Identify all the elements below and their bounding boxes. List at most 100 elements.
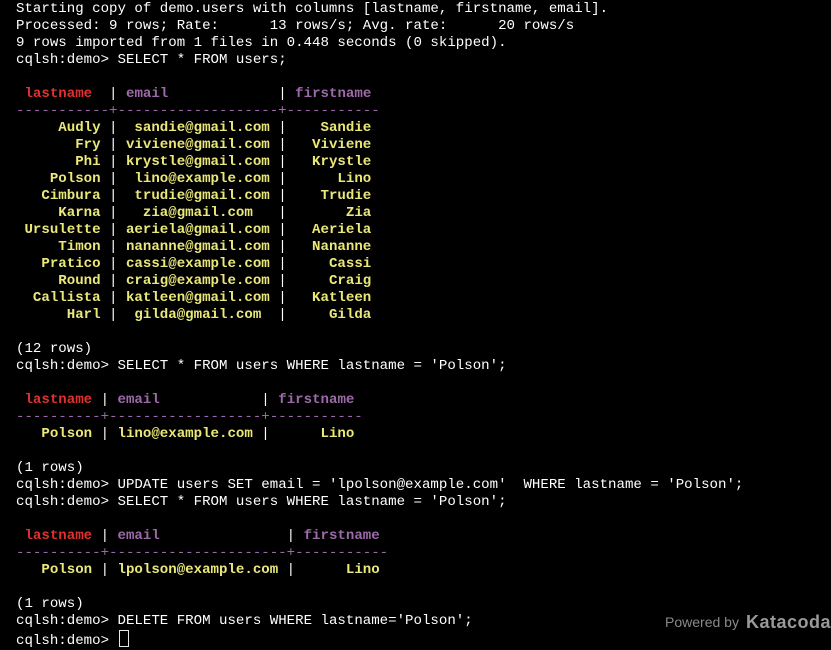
col-separator: | xyxy=(92,86,126,102)
table-row: Polson | lino@example.com | Lino xyxy=(16,171,828,188)
col-separator: | xyxy=(100,273,126,289)
header-lastname: lastname xyxy=(24,86,93,102)
prompt-line: cqlsh:demo> xyxy=(16,630,828,649)
header-email: email xyxy=(117,528,160,544)
command-text: SELECT * FROM users WHERE lastname = 'Po… xyxy=(117,358,507,374)
col-separator: | xyxy=(92,426,118,442)
cell-firstname: Nananne xyxy=(295,239,372,255)
prompt-text: cqlsh:demo> xyxy=(16,358,118,374)
table-rule: -----------+-------------------+--------… xyxy=(16,103,380,119)
cell-firstname: Lino xyxy=(295,171,372,187)
prompt-line: cqlsh:demo> UPDATE users SET email = 'lp… xyxy=(16,477,828,494)
cell-lastname: Timon xyxy=(24,239,101,255)
cell-firstname: Katleen xyxy=(295,290,372,306)
cell-lastname: Karna xyxy=(24,205,101,221)
cell-lastname: Round xyxy=(24,273,101,289)
copy-status-line: 9 rows imported from 1 files in 0.448 se… xyxy=(16,35,507,51)
command-text: SELECT * FROM users; xyxy=(117,52,287,68)
table-row: Callista | katleen@gmail.com | Katleen xyxy=(16,290,828,307)
col-separator: | xyxy=(269,239,296,255)
cell-email: nananne@gmail.com xyxy=(125,239,270,255)
cell-lastname: Audly xyxy=(24,120,101,136)
powered-by-badge[interactable]: Powered by Katacoda xyxy=(665,612,831,632)
col-separator: | xyxy=(100,188,126,204)
cell-firstname: Aeriela xyxy=(295,222,372,238)
cell-email: aeriela@gmail.com xyxy=(125,222,270,238)
table-row: Pratico | cassi@example.com | Cassi xyxy=(16,256,828,273)
table-row: Round | craig@example.com | Craig xyxy=(16,273,828,290)
col-separator: | xyxy=(269,171,296,187)
col-separator: | xyxy=(269,120,296,136)
col-separator: | xyxy=(168,86,296,102)
cell-email: cassi@example.com xyxy=(125,256,270,272)
table-row: Timon | nananne@gmail.com | Nananne xyxy=(16,239,828,256)
table-row: Karna | zia@gmail.com | Zia xyxy=(16,205,828,222)
cell-email: viviene@gmail.com xyxy=(125,137,270,153)
cell-email: katleen@gmail.com xyxy=(125,290,270,306)
header-lastname: lastname xyxy=(24,528,93,544)
cell-lastname: Polson xyxy=(24,562,93,578)
cell-email: zia@gmail.com xyxy=(125,205,270,221)
col-separator: | xyxy=(92,562,118,578)
cell-firstname: Zia xyxy=(295,205,372,221)
cell-firstname: Craig xyxy=(295,273,372,289)
table-header: lastname | email | firstname xyxy=(16,528,828,545)
col-separator: | xyxy=(100,205,126,221)
table-header: lastname | email | firstname xyxy=(16,86,828,103)
col-separator: | xyxy=(100,222,126,238)
cell-lastname: Ursulette xyxy=(24,222,101,238)
row-count: (1 rows) xyxy=(16,596,84,612)
cell-lastname: Fry xyxy=(24,137,101,153)
terminal-output[interactable]: Starting copy of demo.users with columns… xyxy=(16,1,828,649)
cell-email: trudie@gmail.com xyxy=(125,188,270,204)
katacoda-logo: Katacoda xyxy=(745,611,831,632)
cursor[interactable] xyxy=(118,630,129,647)
header-firstname: firstname xyxy=(303,528,380,544)
table-rule: ----------+---------------------+-------… xyxy=(16,545,389,561)
command-text: UPDATE users SET email = 'lpolson@exampl… xyxy=(117,477,744,493)
col-separator: | xyxy=(159,392,279,408)
row-count: (12 rows) xyxy=(16,341,93,357)
col-separator: | xyxy=(100,290,126,306)
col-separator: | xyxy=(269,154,296,170)
cell-lastname: Pratico xyxy=(24,256,101,272)
prompt-text: cqlsh:demo> xyxy=(16,613,118,629)
col-separator: | xyxy=(159,528,304,544)
prompt-line: cqlsh:demo> SELECT * FROM users WHERE la… xyxy=(16,358,828,375)
copy-status-line: Starting copy of demo.users with columns… xyxy=(16,1,609,17)
cell-lastname: Polson xyxy=(24,171,101,187)
cell-firstname: Gilda xyxy=(295,307,372,323)
col-separator: | xyxy=(100,239,126,255)
table-rule: ----------+------------------+----------… xyxy=(16,409,363,425)
col-separator: | xyxy=(92,392,118,408)
copy-status-line: Processed: 9 rows; Rate: 13 rows/s; Avg.… xyxy=(16,18,575,34)
prompt-line: cqlsh:demo> SELECT * FROM users WHERE la… xyxy=(16,494,828,511)
col-separator: | xyxy=(100,120,126,136)
table-header: lastname | email | firstname xyxy=(16,392,828,409)
prompt-line: cqlsh:demo> SELECT * FROM users; xyxy=(16,52,828,69)
table-row: Phi | krystle@gmail.com | Krystle xyxy=(16,154,828,171)
col-separator: | xyxy=(100,256,126,272)
col-separator: | xyxy=(100,154,126,170)
col-separator: | xyxy=(100,307,126,323)
table-row: Fry | viviene@gmail.com | Viviene xyxy=(16,137,828,154)
prompt-text: cqlsh:demo> xyxy=(16,477,118,493)
header-email: email xyxy=(117,392,160,408)
col-separator: | xyxy=(100,137,126,153)
table-row: Audly | sandie@gmail.com | Sandie xyxy=(16,120,828,137)
cell-email: lpolson@example.com xyxy=(117,562,279,578)
cell-firstname: Viviene xyxy=(295,137,372,153)
cell-firstname: Lino xyxy=(303,562,380,578)
cell-firstname: Trudie xyxy=(295,188,372,204)
table-row: Ursulette | aeriela@gmail.com | Aeriela xyxy=(16,222,828,239)
command-text: DELETE FROM users WHERE lastname='Polson… xyxy=(117,613,473,629)
cell-firstname: Lino xyxy=(278,426,355,442)
table-row: Polson | lino@example.com | Lino xyxy=(16,426,828,443)
cell-lastname: Phi xyxy=(24,154,101,170)
cell-firstname: Cassi xyxy=(295,256,372,272)
